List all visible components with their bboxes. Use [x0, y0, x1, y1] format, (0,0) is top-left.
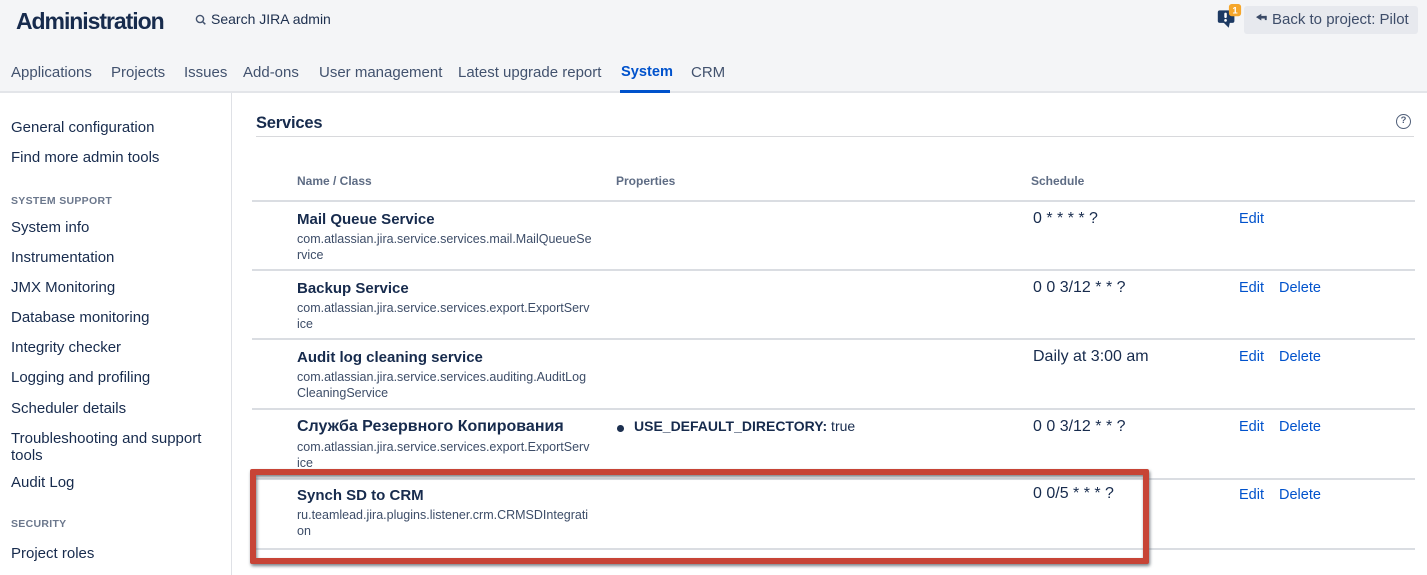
- svg-text:1: 1: [1232, 6, 1238, 17]
